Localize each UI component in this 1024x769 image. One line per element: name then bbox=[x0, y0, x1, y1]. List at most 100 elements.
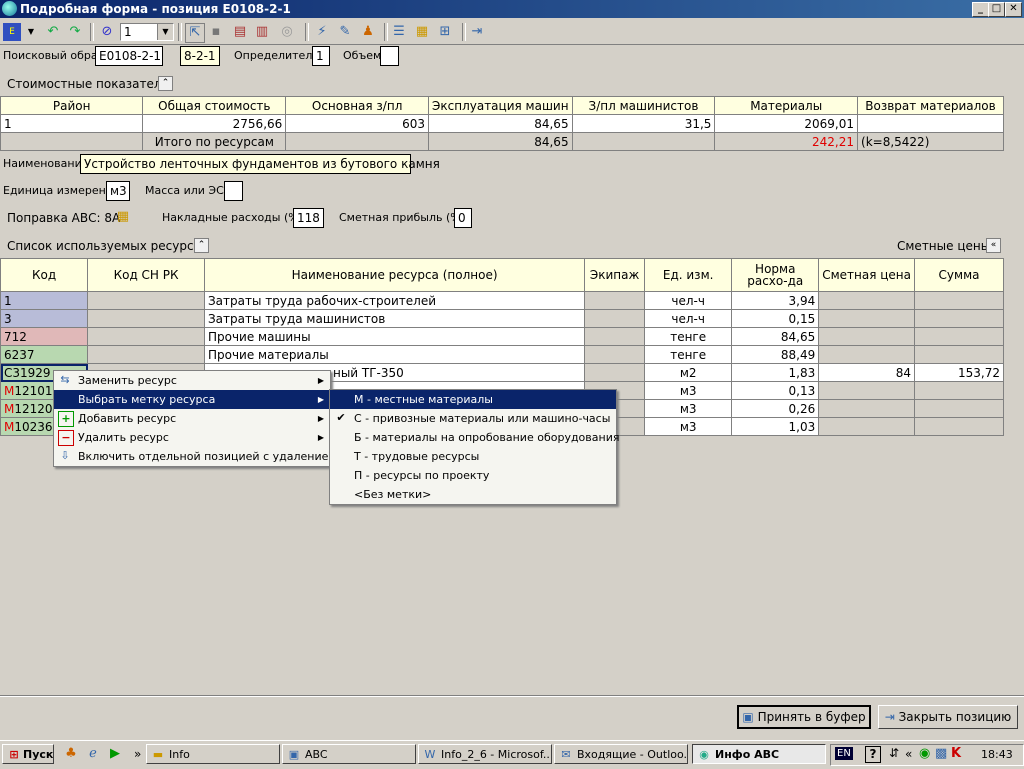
quicklaunch-icon[interactable]: ♣ bbox=[62, 745, 80, 763]
cost-row[interactable]: 1 2756,66 603 84,65 31,5 2069,01 bbox=[0, 114, 1004, 133]
level-select[interactable]: 1 ▼ bbox=[120, 23, 174, 41]
table-row[interactable]: 3 Затраты труда машинистов чел-ч 0,15 bbox=[0, 309, 1004, 328]
compass-icon[interactable]: ⊘ bbox=[98, 23, 116, 41]
mass-field[interactable] bbox=[224, 181, 243, 201]
search-field[interactable]: Е0108-2-1 bbox=[95, 46, 163, 66]
close-window-button[interactable]: ✕ bbox=[1005, 2, 1022, 17]
col-return-materials[interactable]: Возврат материалов bbox=[857, 96, 1004, 115]
unit-field[interactable]: м3 bbox=[106, 181, 130, 201]
app-icon bbox=[2, 1, 17, 16]
submenu-project-resources[interactable]: П - ресурсы по проекту bbox=[330, 466, 616, 485]
chevron-right-icon: ▶ bbox=[317, 376, 324, 385]
task-info[interactable]: ▬ Info bbox=[146, 744, 280, 764]
database-icon[interactable]: ☰ bbox=[390, 23, 408, 41]
media-icon[interactable]: ▶ bbox=[106, 745, 124, 763]
exit-icon: ⇥ bbox=[884, 710, 899, 724]
checklist-icon[interactable]: ✎ bbox=[336, 23, 354, 41]
col-machines[interactable]: Эксплуатация машин bbox=[428, 96, 573, 115]
col-price[interactable]: Сметная цена bbox=[818, 258, 916, 292]
network-icon[interactable]: ⇵ bbox=[889, 746, 899, 760]
col-materials[interactable]: Материалы bbox=[714, 96, 859, 115]
task-outlook[interactable]: ✉ Входящие - Outloo... bbox=[554, 744, 688, 764]
task-word[interactable]: W Info_2_6 - Microsof... bbox=[418, 744, 552, 764]
connection-icon[interactable]: ▩ bbox=[935, 746, 947, 761]
maximize-button[interactable]: □ bbox=[988, 2, 1005, 17]
col-unit[interactable]: Ед. изм. bbox=[644, 258, 733, 292]
table-row[interactable]: 6237 Прочие материалы тенге 88,49 bbox=[0, 345, 1004, 364]
profit-field[interactable]: 0 bbox=[454, 208, 472, 228]
overhead-field[interactable]: 118 bbox=[293, 208, 324, 228]
users-icon[interactable]: ♟ bbox=[359, 23, 377, 41]
menu-select-label[interactable]: Выбрать метку ресурса ▶ bbox=[54, 390, 330, 409]
title-bar: Подробная форма - позиция Е0108-2-1 _ □ … bbox=[0, 0, 1024, 18]
minus-icon: − bbox=[58, 430, 74, 446]
volume-field[interactable] bbox=[380, 46, 399, 66]
tray-expand[interactable]: « bbox=[905, 747, 912, 761]
calculator-icon[interactable]: ▦ bbox=[413, 23, 431, 41]
table-row[interactable]: 1 Затраты труда рабочих-строителей чел-ч… bbox=[0, 291, 1004, 310]
collapse-left-icon[interactable]: « bbox=[986, 238, 1001, 253]
calculator-icon[interactable]: ▦ bbox=[114, 208, 132, 226]
name-field[interactable]: Устройство ленточных фундаментов из буто… bbox=[80, 154, 440, 174]
col-operators-salary[interactable]: З/пл машинистов bbox=[571, 96, 716, 115]
code-field[interactable]: 8-2-1 bbox=[180, 46, 220, 66]
col-main-salary[interactable]: Основная з/пл bbox=[285, 96, 429, 115]
form-icon[interactable]: E bbox=[3, 23, 21, 41]
chevron-right-icon: ▶ bbox=[317, 414, 324, 423]
col-code[interactable]: Код bbox=[0, 258, 89, 292]
chevron-down-icon[interactable]: ▼ bbox=[157, 24, 173, 40]
antivirus-icon[interactable]: ◉ bbox=[919, 746, 930, 761]
toolbar: E ▼ ↶ ↷ ⊘ 1 ▼ ⇱ ▪ ▤ ▥ ◎ ⚡ ✎ ♟ ☰ ▦ ⊞ ⇥ bbox=[0, 20, 1024, 45]
menu-replace-resource[interactable]: ⇆ Заменить ресурс ▶ bbox=[54, 371, 330, 390]
determinant-field[interactable]: 1 bbox=[312, 46, 330, 66]
language-indicator[interactable]: EN bbox=[835, 747, 853, 760]
windows-logo-icon: ⊞ bbox=[9, 748, 19, 761]
submenu-labor-resources[interactable]: Т - трудовые ресурсы bbox=[330, 447, 616, 466]
redo-icon[interactable]: ↷ bbox=[66, 23, 84, 41]
submenu-no-label[interactable]: <Без метки> bbox=[330, 485, 616, 504]
menu-include-separately[interactable]: ⇩ Включить отдельной позицией с удаление… bbox=[54, 447, 336, 466]
task-info-abc[interactable]: ◉ Инфо АВС bbox=[692, 744, 826, 764]
collapse-up-icon[interactable]: ⌃ bbox=[158, 76, 173, 91]
task-abc[interactable]: ▣ ABC bbox=[282, 744, 416, 764]
determinant-label: Определитель bbox=[234, 49, 319, 62]
col-resource-name[interactable]: Наименование ресурса (полное) bbox=[203, 258, 586, 292]
help-icon[interactable]: ? bbox=[865, 746, 881, 763]
exit-icon[interactable]: ⇥ bbox=[468, 23, 486, 41]
submenu-imported-materials[interactable]: ✔ С - привозные материалы или машино-часы bbox=[330, 409, 616, 428]
system-tray: EN ? ⇵ « ◉ ▩ K 18:43 bbox=[830, 744, 1024, 766]
col-crew[interactable]: Экипаж bbox=[584, 258, 646, 292]
undo-icon[interactable]: ↶ bbox=[44, 23, 62, 41]
col-district[interactable]: Район bbox=[0, 96, 144, 115]
table-row[interactable]: 712 Прочие машины тенге 84,65 bbox=[0, 327, 1004, 346]
submenu-testing-materials[interactable]: Б - материалы на опробование оборудовани… bbox=[330, 428, 619, 447]
replace-icon: ⇆ bbox=[60, 373, 70, 386]
start-button[interactable]: ⊞ Пуск bbox=[2, 744, 54, 764]
quicklaunch-more[interactable]: » bbox=[134, 747, 141, 761]
dropdown-arrow-icon[interactable]: ▼ bbox=[22, 23, 40, 41]
kaspersky-icon[interactable]: K bbox=[951, 746, 961, 761]
comment-icon[interactable]: ▪ bbox=[207, 23, 225, 41]
tree-icon[interactable]: ⊞ bbox=[436, 23, 454, 41]
pointer-tool-icon[interactable]: ⇱ bbox=[185, 23, 205, 43]
mass-label: Масса или ЭСН bbox=[145, 184, 233, 197]
minimize-button[interactable]: _ bbox=[972, 2, 989, 17]
submenu-local-materials[interactable]: М - местные материалы bbox=[330, 390, 616, 409]
coin-icon[interactable]: ◎ bbox=[278, 23, 296, 41]
close-position-button[interactable]: ⇥ Закрыть позицию bbox=[878, 705, 1018, 729]
report-icon[interactable]: ▥ bbox=[253, 23, 271, 41]
menu-add-resource[interactable]: + Добавить ресурс ▶ bbox=[54, 409, 330, 428]
menu-delete-resource[interactable]: − Удалить ресурс ▶ bbox=[54, 428, 330, 447]
chart-icon[interactable]: ⚡ bbox=[313, 23, 331, 41]
col-norm[interactable]: Норма расхо-да bbox=[731, 258, 820, 292]
label-submenu: М - местные материалы ✔ С - привозные мат… bbox=[329, 389, 619, 505]
document-icon[interactable]: ▤ bbox=[231, 23, 249, 41]
collapse-up-icon[interactable]: ⌃ bbox=[194, 238, 209, 253]
ie-icon[interactable]: ℯ bbox=[84, 745, 102, 763]
accept-buffer-button[interactable]: ▣ Принять в буфер bbox=[737, 705, 871, 729]
col-sn-code[interactable]: Код СН РК bbox=[87, 258, 205, 292]
abc-label: Поправка АВС: 8А bbox=[7, 211, 121, 225]
unit-label: Единица измерения bbox=[3, 184, 120, 197]
col-sum[interactable]: Сумма bbox=[914, 258, 1004, 292]
col-total-cost[interactable]: Общая стоимость bbox=[142, 96, 287, 115]
